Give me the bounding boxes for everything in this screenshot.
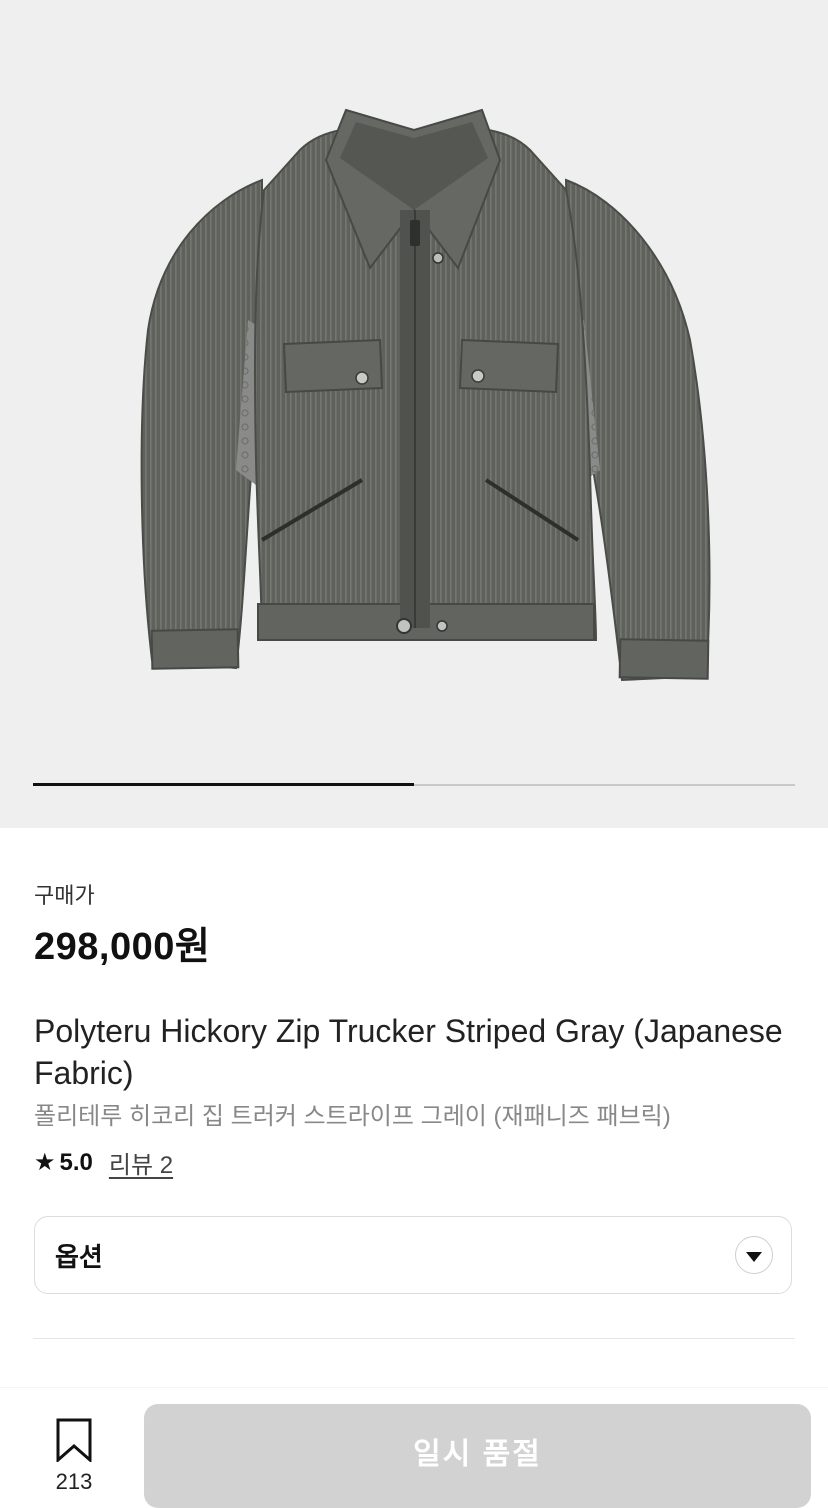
option-label: 옵션	[55, 1241, 103, 1272]
divider	[33, 1338, 795, 1339]
bookmark-count: 213	[55, 1469, 93, 1494]
product-title: Polyteru Hickory Zip Trucker Striped Gra…	[34, 1013, 783, 1091]
chevron-down-icon[interactable]	[735, 1236, 773, 1274]
bookmark-icon	[56, 1418, 92, 1464]
rating-row: ★ 5.0 리뷰 2	[34, 1145, 173, 1180]
gallery-progress-track	[33, 783, 795, 786]
product-image-gallery[interactable]	[0, 0, 828, 828]
bookmark-button[interactable]: 213	[44, 1418, 104, 1495]
jacket-photo	[140, 108, 711, 682]
star-icon: ★	[34, 1149, 56, 1176]
gallery-progress-indicator	[33, 783, 414, 786]
rating-value: 5.0	[59, 1148, 93, 1176]
product-subtitle-korean: 폴리테루 히코리 집 트러커 스트라이프 그레이 (재패니즈 패브릭)	[34, 1103, 671, 1130]
sold-out-button[interactable]: 일시 품절	[144, 1404, 811, 1508]
price-label: 구매가	[34, 883, 95, 908]
review-link[interactable]: 리뷰 2	[109, 1145, 173, 1180]
price: 298,000원	[34, 926, 211, 968]
option-select[interactable]: 옵션	[34, 1216, 792, 1294]
